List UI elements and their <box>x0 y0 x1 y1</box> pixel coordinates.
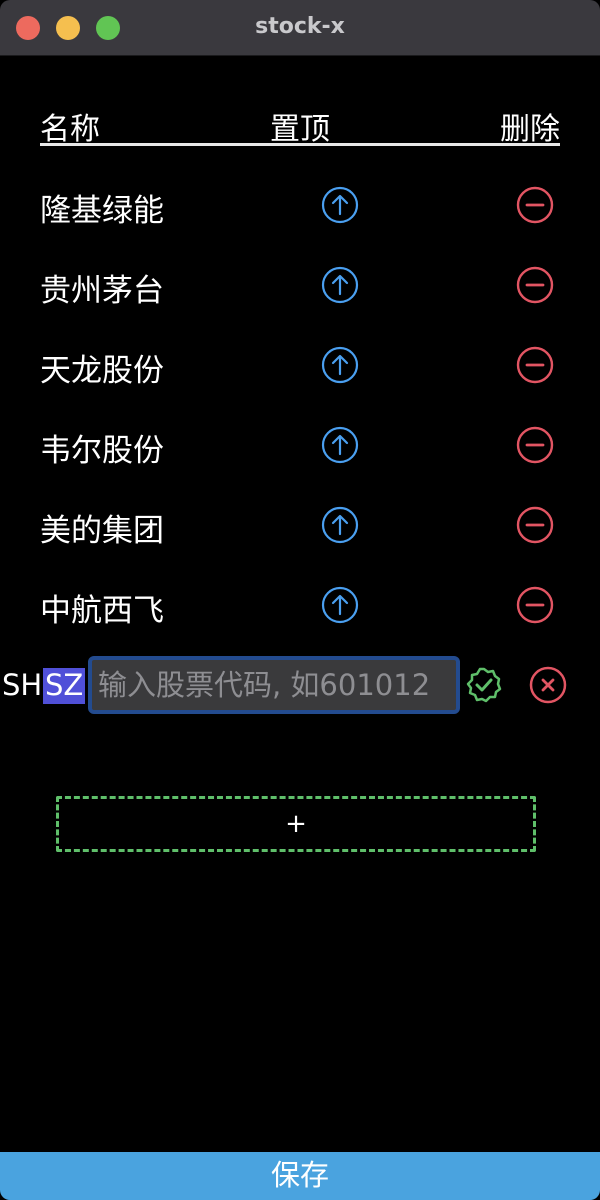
delete-stock-button[interactable] <box>515 585 555 625</box>
add-stock-button[interactable]: + <box>56 796 536 852</box>
minus-circle-icon <box>516 266 554 304</box>
minus-circle-icon <box>516 586 554 624</box>
pin-to-top-button[interactable] <box>320 505 360 545</box>
stock-name: 隆基绿能 <box>40 193 164 229</box>
exchange-sh-option[interactable]: SH <box>2 668 42 702</box>
pin-to-top-button[interactable] <box>320 265 360 305</box>
header-name: 名称 <box>40 112 100 147</box>
list-header: 名称 置顶 删除 <box>40 100 560 147</box>
arrow-up-circle-icon <box>321 506 359 544</box>
minus-circle-icon <box>516 506 554 544</box>
minus-circle-icon <box>516 186 554 224</box>
minus-circle-icon <box>516 426 554 464</box>
delete-stock-button[interactable] <box>515 185 555 225</box>
title-bar: stock-x <box>0 0 600 56</box>
arrow-up-circle-icon <box>321 346 359 384</box>
stock-code-input[interactable] <box>88 656 460 714</box>
stock-row: 隆基绿能 <box>40 175 560 235</box>
stock-name: 韦尔股份 <box>40 433 164 469</box>
arrow-up-circle-icon <box>321 186 359 224</box>
delete-stock-button[interactable] <box>515 505 555 545</box>
stock-name: 美的集团 <box>40 513 164 549</box>
stock-row: 美的集团 <box>40 495 560 555</box>
pin-to-top-button[interactable] <box>320 345 360 385</box>
new-stock-row: SH SZ <box>0 654 600 716</box>
stock-row: 天龙股份 <box>40 335 560 395</box>
exchange-sz-option[interactable]: SZ <box>43 668 86 704</box>
arrow-up-circle-icon <box>321 426 359 464</box>
header-pin: 置顶 <box>270 112 330 147</box>
stock-row: 韦尔股份 <box>40 415 560 475</box>
pin-to-top-button[interactable] <box>320 585 360 625</box>
pin-to-top-button[interactable] <box>320 425 360 465</box>
header-delete: 删除 <box>500 112 560 147</box>
stock-name: 天龙股份 <box>40 353 164 389</box>
delete-stock-button[interactable] <box>515 345 555 385</box>
minus-circle-icon <box>516 346 554 384</box>
cancel-button[interactable] <box>528 665 568 705</box>
arrow-up-circle-icon <box>321 266 359 304</box>
check-badge-icon <box>466 667 502 703</box>
stock-name: 中航西飞 <box>40 593 164 629</box>
delete-stock-button[interactable] <box>515 425 555 465</box>
stock-row: 贵州茅台 <box>40 255 560 315</box>
stock-row: 中航西飞 <box>40 575 560 635</box>
save-button[interactable]: 保存 <box>0 1152 600 1200</box>
delete-stock-button[interactable] <box>515 265 555 305</box>
confirm-button[interactable] <box>464 665 504 705</box>
stock-name: 贵州茅台 <box>40 273 164 309</box>
window-title: stock-x <box>255 14 345 39</box>
arrow-up-circle-icon <box>321 586 359 624</box>
pin-to-top-button[interactable] <box>320 185 360 225</box>
close-circle-icon <box>529 666 567 704</box>
app-window: stock-x 名称 置顶 删除 隆基绿能贵州茅台天龙股份韦尔股份美的集团中航西… <box>0 0 600 1200</box>
